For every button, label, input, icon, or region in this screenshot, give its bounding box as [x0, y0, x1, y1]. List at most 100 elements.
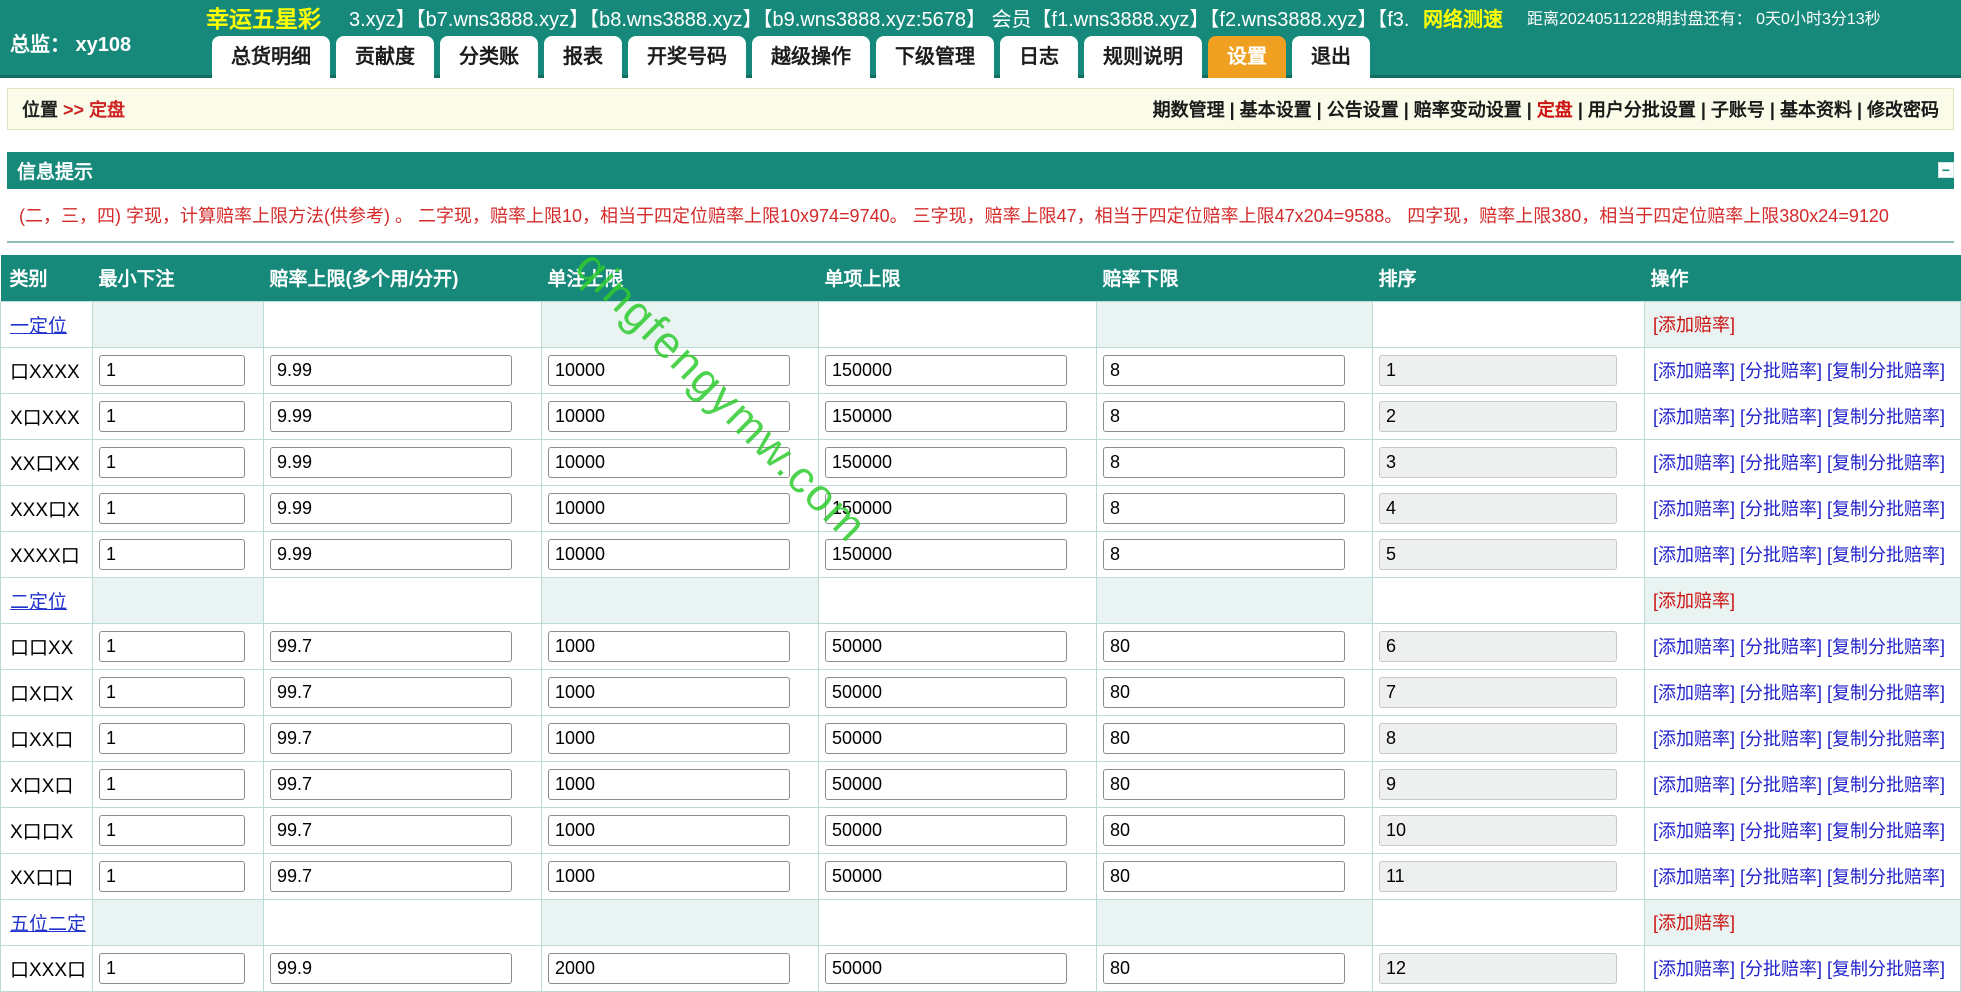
min-bet-input[interactable] — [99, 769, 245, 800]
nav-link-赔率变动设置[interactable]: 赔率变动设置 — [1414, 100, 1522, 120]
odds-lower-input[interactable] — [1103, 677, 1345, 708]
batch-odds-link[interactable]: [分批赔率] — [1740, 867, 1822, 887]
min-bet-input[interactable] — [99, 631, 245, 662]
odds-lower-input[interactable] — [1103, 493, 1345, 524]
tab-总货明细[interactable]: 总货明细 — [212, 36, 330, 78]
single-bet-upper-input[interactable] — [548, 677, 790, 708]
add-odds-link[interactable]: [添加赔率] — [1653, 591, 1735, 611]
odds-upper-input[interactable] — [270, 769, 512, 800]
nav-link-基本资料[interactable]: 基本资料 — [1780, 100, 1852, 120]
add-odds-link[interactable]: [添加赔率] — [1653, 867, 1735, 887]
nav-link-修改密码[interactable]: 修改密码 — [1867, 100, 1939, 120]
odds-upper-input[interactable] — [270, 355, 512, 386]
add-odds-link[interactable]: [添加赔率] — [1653, 407, 1735, 427]
network-speed-test-link[interactable]: 网络测速 — [1423, 3, 1503, 32]
sort-order-input[interactable] — [1379, 355, 1617, 386]
batch-odds-link[interactable]: [分批赔率] — [1740, 407, 1822, 427]
single-bet-upper-input[interactable] — [548, 631, 790, 662]
nav-link-基本设置[interactable]: 基本设置 — [1240, 100, 1312, 120]
nav-link-子账号[interactable]: 子账号 — [1711, 100, 1765, 120]
nav-link-用户分批设置[interactable]: 用户分批设置 — [1588, 100, 1696, 120]
tab-退出[interactable]: 退出 — [1292, 36, 1370, 78]
copy-batch-odds-link[interactable]: [复制分批赔率] — [1827, 637, 1945, 657]
add-odds-link[interactable]: [添加赔率] — [1653, 775, 1735, 795]
copy-batch-odds-link[interactable]: [复制分批赔率] — [1827, 729, 1945, 749]
copy-batch-odds-link[interactable]: [复制分批赔率] — [1827, 453, 1945, 473]
nav-link-定盘[interactable]: 定盘 — [1537, 100, 1573, 120]
add-odds-link[interactable]: [添加赔率] — [1653, 913, 1735, 933]
single-bet-upper-input[interactable] — [548, 769, 790, 800]
add-odds-link[interactable]: [添加赔率] — [1653, 821, 1735, 841]
min-bet-input[interactable] — [99, 401, 245, 432]
batch-odds-link[interactable]: [分批赔率] — [1740, 821, 1822, 841]
sort-order-input[interactable] — [1379, 953, 1617, 984]
min-bet-input[interactable] — [99, 723, 245, 754]
odds-lower-input[interactable] — [1103, 815, 1345, 846]
batch-odds-link[interactable]: [分批赔率] — [1740, 959, 1822, 979]
batch-odds-link[interactable]: [分批赔率] — [1740, 545, 1822, 565]
single-bet-upper-input[interactable] — [548, 539, 790, 570]
sort-order-input[interactable] — [1379, 539, 1617, 570]
single-item-upper-input[interactable] — [825, 631, 1067, 662]
single-item-upper-input[interactable] — [825, 769, 1067, 800]
single-item-upper-input[interactable] — [825, 861, 1067, 892]
add-odds-link[interactable]: [添加赔率] — [1653, 315, 1735, 335]
single-item-upper-input[interactable] — [825, 493, 1067, 524]
copy-batch-odds-link[interactable]: [复制分批赔率] — [1827, 361, 1945, 381]
single-item-upper-input[interactable] — [825, 815, 1067, 846]
odds-lower-input[interactable] — [1103, 631, 1345, 662]
min-bet-input[interactable] — [99, 539, 245, 570]
add-odds-link[interactable]: [添加赔率] — [1653, 361, 1735, 381]
odds-lower-input[interactable] — [1103, 401, 1345, 432]
sort-order-input[interactable] — [1379, 447, 1617, 478]
min-bet-input[interactable] — [99, 355, 245, 386]
sort-order-input[interactable] — [1379, 815, 1617, 846]
add-odds-link[interactable]: [添加赔率] — [1653, 637, 1735, 657]
copy-batch-odds-link[interactable]: [复制分批赔率] — [1827, 683, 1945, 703]
single-bet-upper-input[interactable] — [548, 861, 790, 892]
single-item-upper-input[interactable] — [825, 355, 1067, 386]
section-link-五位二定[interactable]: 五位二定 — [10, 914, 86, 935]
add-odds-link[interactable]: [添加赔率] — [1653, 499, 1735, 519]
sort-order-input[interactable] — [1379, 723, 1617, 754]
copy-batch-odds-link[interactable]: [复制分批赔率] — [1827, 775, 1945, 795]
min-bet-input[interactable] — [99, 861, 245, 892]
single-item-upper-input[interactable] — [825, 723, 1067, 754]
odds-lower-input[interactable] — [1103, 861, 1345, 892]
copy-batch-odds-link[interactable]: [复制分批赔率] — [1827, 959, 1945, 979]
min-bet-input[interactable] — [99, 815, 245, 846]
single-bet-upper-input[interactable] — [548, 493, 790, 524]
add-odds-link[interactable]: [添加赔率] — [1653, 683, 1735, 703]
sort-order-input[interactable] — [1379, 401, 1617, 432]
add-odds-link[interactable]: [添加赔率] — [1653, 545, 1735, 565]
sort-order-input[interactable] — [1379, 861, 1617, 892]
tab-日志[interactable]: 日志 — [1000, 36, 1078, 78]
odds-upper-input[interactable] — [270, 677, 512, 708]
odds-upper-input[interactable] — [270, 631, 512, 662]
batch-odds-link[interactable]: [分批赔率] — [1740, 361, 1822, 381]
batch-odds-link[interactable]: [分批赔率] — [1740, 683, 1822, 703]
odds-lower-input[interactable] — [1103, 723, 1345, 754]
odds-upper-input[interactable] — [270, 953, 512, 984]
single-bet-upper-input[interactable] — [548, 355, 790, 386]
odds-upper-input[interactable] — [270, 539, 512, 570]
min-bet-input[interactable] — [99, 953, 245, 984]
min-bet-input[interactable] — [99, 493, 245, 524]
odds-upper-input[interactable] — [270, 493, 512, 524]
batch-odds-link[interactable]: [分批赔率] — [1740, 775, 1822, 795]
odds-upper-input[interactable] — [270, 815, 512, 846]
min-bet-input[interactable] — [99, 447, 245, 478]
copy-batch-odds-link[interactable]: [复制分批赔率] — [1827, 407, 1945, 427]
single-bet-upper-input[interactable] — [548, 401, 790, 432]
batch-odds-link[interactable]: [分批赔率] — [1740, 637, 1822, 657]
tab-越级操作[interactable]: 越级操作 — [752, 36, 870, 78]
odds-upper-input[interactable] — [270, 861, 512, 892]
copy-batch-odds-link[interactable]: [复制分批赔率] — [1827, 867, 1945, 887]
nav-link-公告设置[interactable]: 公告设置 — [1327, 100, 1399, 120]
single-item-upper-input[interactable] — [825, 953, 1067, 984]
min-bet-input[interactable] — [99, 677, 245, 708]
tab-下级管理[interactable]: 下级管理 — [876, 36, 994, 78]
add-odds-link[interactable]: [添加赔率] — [1653, 453, 1735, 473]
single-bet-upper-input[interactable] — [548, 815, 790, 846]
batch-odds-link[interactable]: [分批赔率] — [1740, 499, 1822, 519]
